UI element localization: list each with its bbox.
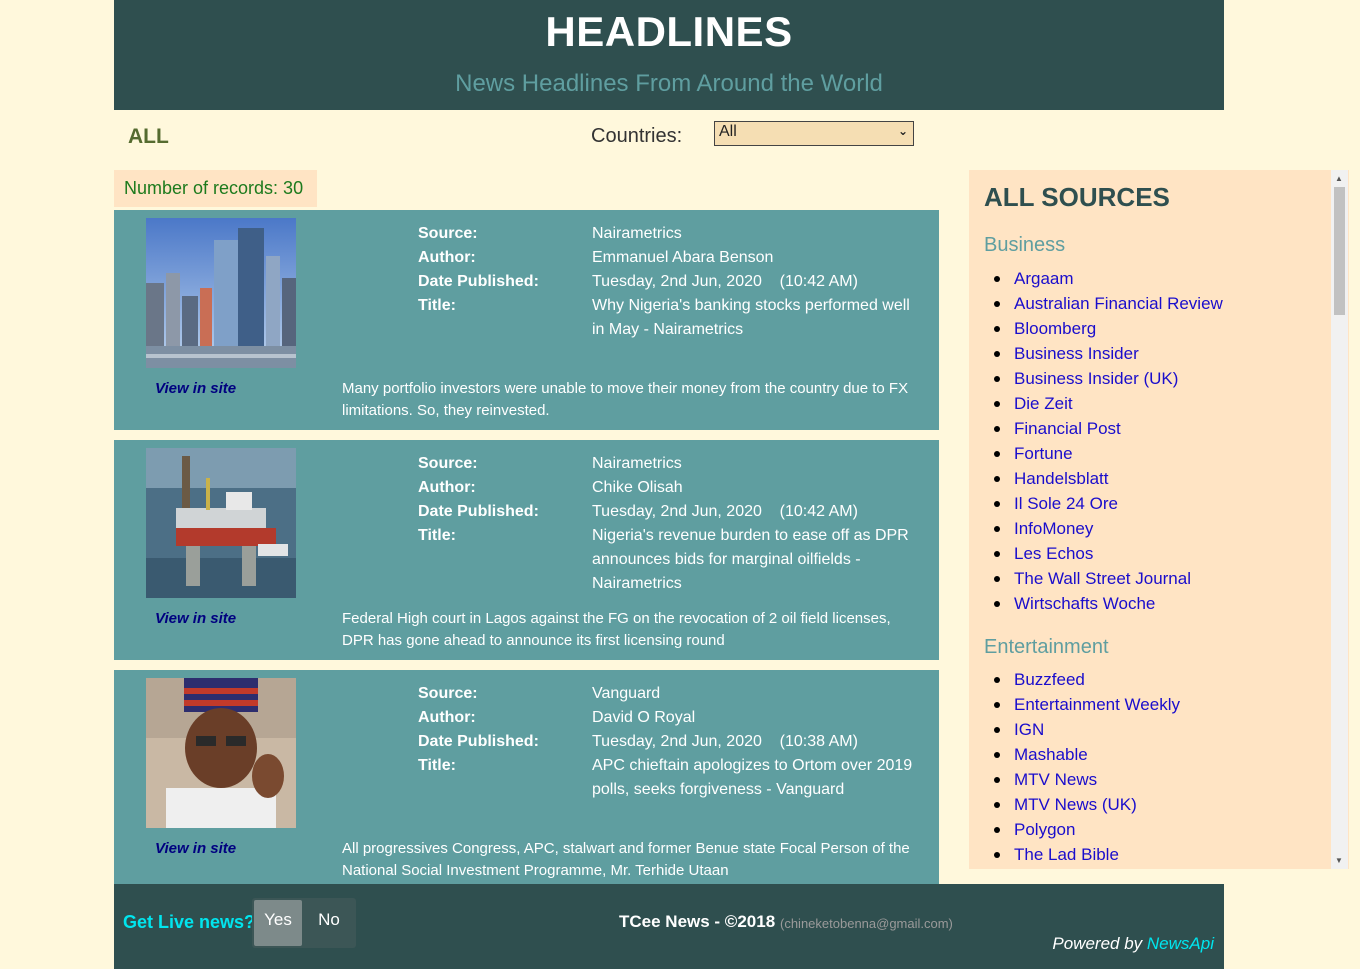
article-author: Emmanuel Abara Benson <box>592 249 774 266</box>
source-link[interactable]: Polygon <box>994 817 1180 842</box>
countries-label: Countries: <box>591 125 683 147</box>
article-card: Source: Nairametrics Author: Emmanuel Abar… <box>114 210 939 430</box>
entertainment-source-list: Buzzfeed Entertainment Weekly IGN Mashable M… <box>994 667 1180 867</box>
source-link[interactable]: Fortune <box>994 441 1223 466</box>
article-author: Chike Olisah <box>592 479 683 496</box>
powered-by: Powered by NewsApi <box>1052 934 1214 954</box>
category-heading-business: Business <box>984 234 1066 256</box>
article-card: Source: Vanguard Author: David O Royal Dat… <box>114 670 939 890</box>
chevron-down-icon: ⌄ <box>897 124 908 138</box>
date-label: Date Published: <box>418 273 539 290</box>
article-author: David O Royal <box>592 709 696 726</box>
source-link[interactable]: Argaam <box>994 266 1223 291</box>
article-image-portrait <box>146 678 296 828</box>
author-label: Author: <box>418 479 476 496</box>
article-description: All progressives Congress, APC, stalwart… <box>342 840 910 879</box>
source-link[interactable]: Handelsblatt <box>994 466 1223 491</box>
source-link[interactable]: MTV News <box>994 767 1180 792</box>
live-news-label: Get Live news? <box>123 912 256 932</box>
view-in-site-link[interactable]: View in site <box>155 380 236 397</box>
business-source-list: Argaam Australian Financial Review Bloombe… <box>994 266 1223 616</box>
yes-button[interactable]: Yes <box>254 900 302 946</box>
records-count: Number of records: 30 <box>114 170 317 207</box>
scroll-down-arrow-icon[interactable]: ▼ <box>1335 856 1343 865</box>
no-button[interactable]: No <box>304 900 354 946</box>
sources-heading: ALL SOURCES <box>984 182 1170 212</box>
footer-email: (chineketobenna@gmail.com) <box>780 916 953 931</box>
source-link[interactable]: Entertainment Weekly <box>994 692 1180 717</box>
article-meta: Source: Nairametrics Author: Emmanuel Abar… <box>418 222 914 342</box>
source-link[interactable]: Mashable <box>994 742 1180 767</box>
page-subtitle: News Headlines From Around the World <box>455 70 883 97</box>
source-link[interactable]: Business Insider (UK) <box>994 366 1223 391</box>
author-label: Author: <box>418 709 476 726</box>
category-label: ALL <box>128 125 169 148</box>
page-header: HEADLINES News Headlines From Around the… <box>114 0 1224 110</box>
source-link[interactable]: Financial Post <box>994 416 1223 441</box>
author-label: Author: <box>418 249 476 266</box>
source-link[interactable]: The Lad Bible <box>994 842 1180 867</box>
title-label: Title: <box>418 757 456 774</box>
date-label: Date Published: <box>418 733 539 750</box>
article-date: Tuesday, 2nd Jun, 2020 (10:38 AM) <box>592 733 858 750</box>
source-link[interactable]: Wirtschafts Woche <box>994 591 1223 616</box>
article-source: Vanguard <box>592 685 661 702</box>
article-title: Why Nigeria's banking stocks performed w… <box>592 297 910 338</box>
sources-sidebar: ALL SOURCES Business Argaam Australian Fi… <box>969 170 1349 869</box>
source-link[interactable]: Die Zeit <box>994 391 1223 416</box>
category-heading-entertainment: Entertainment <box>984 636 1109 658</box>
title-label: Title: <box>418 527 456 544</box>
article-meta: Source: Nairametrics Author: Chike Olisah … <box>418 452 914 596</box>
view-in-site-link[interactable]: View in site <box>155 840 236 857</box>
scroll-up-arrow-icon[interactable]: ▲ <box>1335 174 1343 183</box>
page-footer: Get Live news? Yes No TCee News - ©2018 … <box>114 884 1224 969</box>
source-link[interactable]: IGN <box>994 717 1180 742</box>
article-source: Nairametrics <box>592 225 682 242</box>
article-image-oil-rig <box>146 448 296 598</box>
live-news-toggle: Yes No <box>252 898 356 948</box>
source-label: Source: <box>418 455 478 472</box>
sidebar-scrollbar[interactable]: ▲ ▼ <box>1331 170 1348 869</box>
source-link[interactable]: Business Insider <box>994 341 1223 366</box>
article-meta: Source: Vanguard Author: David O Royal Dat… <box>418 682 914 802</box>
powered-by-label: Powered by <box>1052 934 1143 953</box>
article-source: Nairametrics <box>592 455 682 472</box>
source-link[interactable]: Bloomberg <box>994 316 1223 341</box>
source-label: Source: <box>418 225 478 242</box>
source-label: Source: <box>418 685 478 702</box>
scrollbar-thumb[interactable] <box>1334 187 1345 315</box>
page-title: HEADLINES <box>545 8 793 55</box>
source-link[interactable]: Il Sole 24 Ore <box>994 491 1223 516</box>
newsapi-link[interactable]: NewsApi <box>1147 934 1214 953</box>
article-description: Federal High court in Lagos against the … <box>342 610 891 649</box>
article-date: Tuesday, 2nd Jun, 2020 (10:42 AM) <box>592 503 858 520</box>
footer-brand: TCee News - ©2018 <box>619 912 776 931</box>
article-date: Tuesday, 2nd Jun, 2020 (10:42 AM) <box>592 273 858 290</box>
date-label: Date Published: <box>418 503 539 520</box>
source-link[interactable]: Australian Financial Review <box>994 291 1223 316</box>
article-title: APC chieftain apologizes to Ortom over 2… <box>592 757 913 798</box>
source-link[interactable]: MTV News (UK) <box>994 792 1180 817</box>
source-link[interactable]: Buzzfeed <box>994 667 1180 692</box>
countries-selected-value: All <box>719 123 737 140</box>
view-in-site-link[interactable]: View in site <box>155 610 236 627</box>
article-description: Many portfolio investors were unable to … <box>342 380 909 419</box>
countries-select[interactable]: All ⌄ <box>714 121 914 146</box>
source-link[interactable]: The Wall Street Journal <box>994 566 1223 591</box>
source-link[interactable]: InfoMoney <box>994 516 1223 541</box>
article-image-city-skyline <box>146 218 296 368</box>
source-link[interactable]: Les Echos <box>994 541 1223 566</box>
article-card: Source: Nairametrics Author: Chike Olisah … <box>114 440 939 660</box>
title-label: Title: <box>418 297 456 314</box>
article-title: Nigeria's revenue burden to ease off as … <box>592 527 909 592</box>
filter-bar: ALL Countries: All ⌄ <box>114 110 1224 166</box>
